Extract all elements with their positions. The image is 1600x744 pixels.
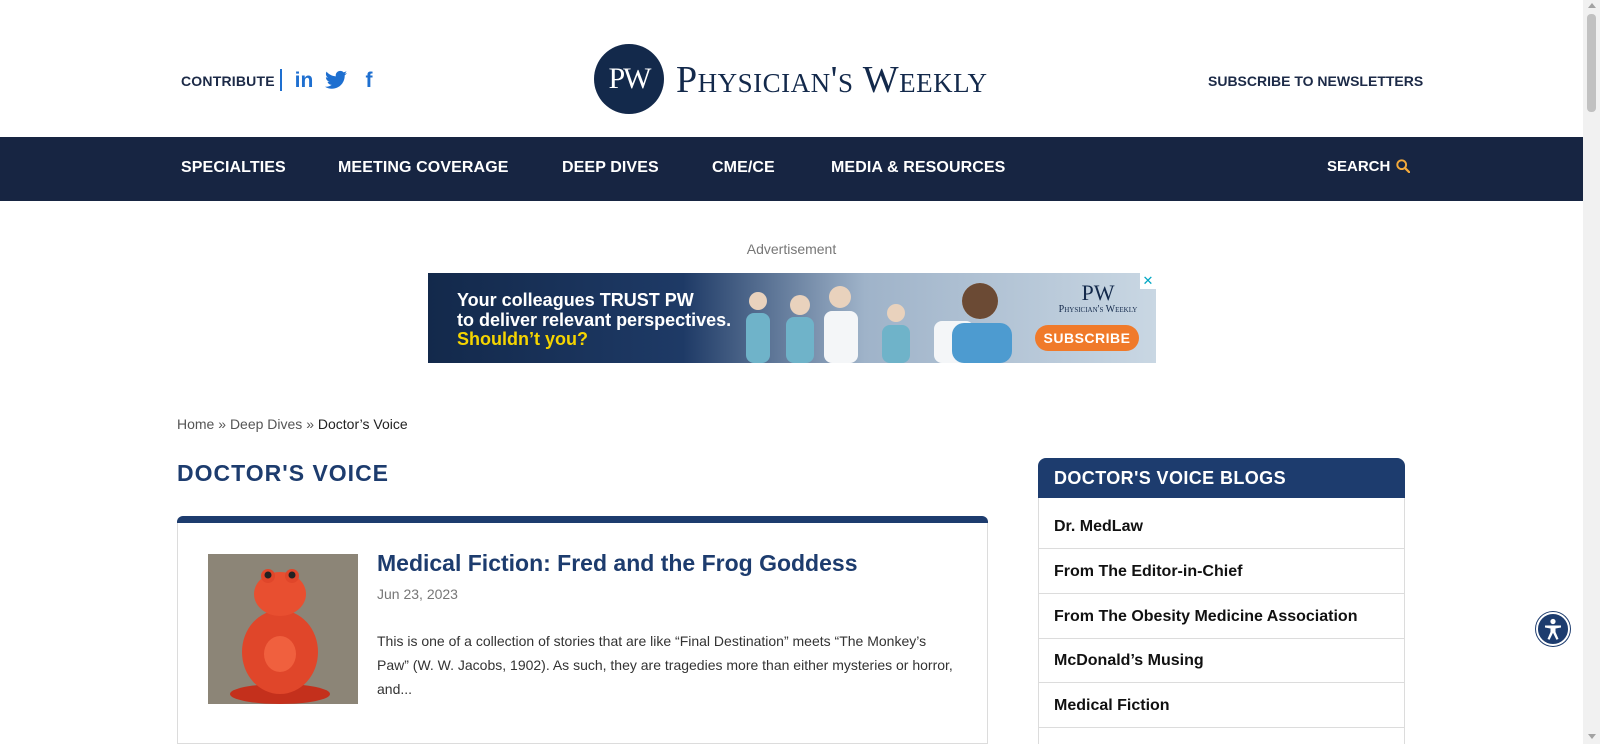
sidebar-title: DOCTOR'S VOICE BLOGS xyxy=(1038,458,1405,498)
twitter-icon[interactable] xyxy=(325,70,347,92)
sidebar-item-medical-fiction[interactable]: Medical Fiction xyxy=(1039,684,1404,728)
ad-headline-2: to deliver relevant perspectives. xyxy=(457,310,732,330)
ad-subscribe-button[interactable]: SUBSCRIBE xyxy=(1035,325,1139,351)
search-icon[interactable] xyxy=(1396,159,1410,173)
sidebar-item-dr-medlaw[interactable]: Dr. MedLaw xyxy=(1039,505,1404,549)
nav-meeting-coverage[interactable]: MEETING COVERAGE xyxy=(338,159,509,177)
nav-specialties[interactable]: SPECIALTIES xyxy=(181,159,286,177)
sidebar-blog-list: Dr. MedLaw From The Editor-in-Chief From… xyxy=(1038,498,1405,744)
sidebar-item-obesity-medicine[interactable]: From The Obesity Medicine Association xyxy=(1039,595,1404,639)
nav-deep-dives[interactable]: DEEP DIVES xyxy=(562,159,659,177)
subscribe-newsletters-link[interactable]: SUBSCRIBE TO NEWSLETTERS xyxy=(1208,73,1423,89)
breadcrumb: Home » Deep Dives » Doctor’s Voice xyxy=(177,416,408,432)
ad-logo: PW Physician's Weekly xyxy=(1058,280,1138,316)
sidebar-item-mcdonalds-musing[interactable]: McDonald’s Musing xyxy=(1039,639,1404,683)
ad-close-icon[interactable]: ✕ xyxy=(1140,273,1156,289)
article-thumbnail[interactable] xyxy=(208,554,358,704)
contribute-link[interactable]: CONTRIBUTE xyxy=(181,73,275,89)
main-nav: SPECIALTIES MEETING COVERAGE DEEP DIVES … xyxy=(0,137,1583,201)
accessibility-icon xyxy=(1545,618,1561,640)
scrollbar-thumb[interactable] xyxy=(1587,14,1596,112)
facebook-icon[interactable]: f xyxy=(358,70,380,92)
article-title-link[interactable]: Medical Fiction: Fred and the Frog Godde… xyxy=(377,550,857,577)
ad-headline-3: Shouldn’t you? xyxy=(457,329,588,349)
advertisement-label: Advertisement xyxy=(746,241,837,257)
accessibility-button[interactable] xyxy=(1536,612,1570,646)
page-title: DOCTOR'S VOICE xyxy=(177,460,390,486)
ad-headline-1: Your colleagues TRUST PW xyxy=(457,290,694,310)
linkedin-icon[interactable]: in xyxy=(293,70,315,92)
breadcrumb-separator: » xyxy=(306,416,314,432)
nav-media-resources[interactable]: MEDIA & RESOURCES xyxy=(831,159,1005,177)
ad-banner[interactable]: Your colleagues TRUST PW to deliver rele… xyxy=(428,273,1156,363)
article-excerpt: This is one of a collection of stories t… xyxy=(377,633,953,697)
header-divider xyxy=(280,69,282,91)
article-date: Jun 23, 2023 xyxy=(377,586,458,602)
article-card-accent xyxy=(177,516,988,523)
scroll-up-arrow-icon[interactable] xyxy=(1588,3,1596,8)
breadcrumb-separator: » xyxy=(218,416,227,432)
site-logo-text[interactable]: Physician's Weekly xyxy=(676,58,987,102)
breadcrumb-deep-dives[interactable]: Deep Dives xyxy=(230,416,302,432)
scroll-down-arrow-icon[interactable] xyxy=(1588,734,1596,739)
nav-cme-ce[interactable]: CME/CE xyxy=(712,159,775,177)
breadcrumb-home[interactable]: Home xyxy=(177,416,214,432)
search-button[interactable]: SEARCH xyxy=(1327,158,1390,175)
logo-mark[interactable]: PW xyxy=(594,44,664,114)
ad-doctors-image xyxy=(746,283,1012,363)
sidebar-item-editor-in-chief[interactable]: From The Editor-in-Chief xyxy=(1039,550,1404,594)
breadcrumb-current: Doctor’s Voice xyxy=(317,416,408,432)
